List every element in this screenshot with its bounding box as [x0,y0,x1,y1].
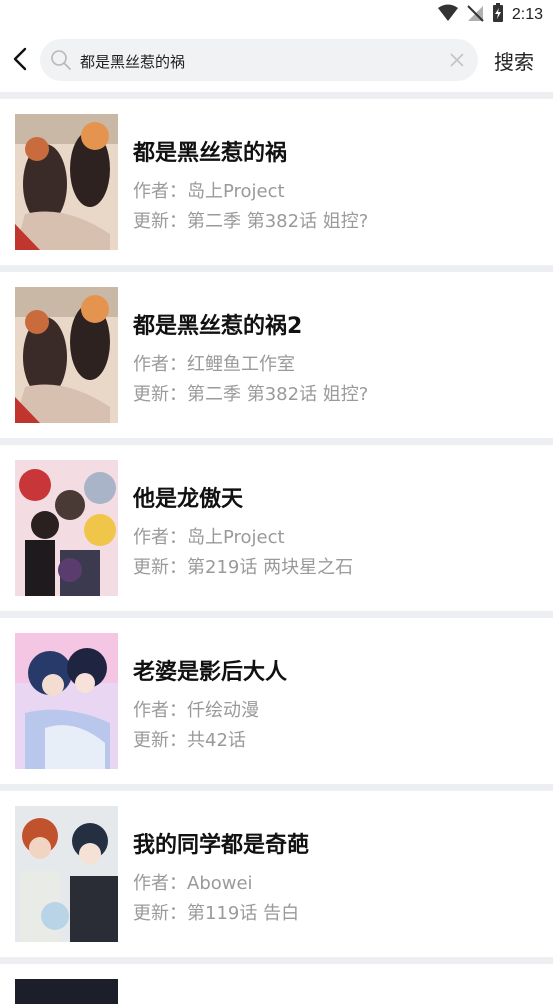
status-time: 2:13 [511,6,543,23]
back-arrow-icon [12,47,28,75]
author-name: 岛上Project [187,527,285,548]
comic-title: 都是黑丝惹的祸2 [133,314,303,339]
author-name: 岛上Project [187,181,285,202]
update-text: 第二季 第382话 姐控? [187,384,369,405]
author-name: 红鲤鱼工作室 [187,354,295,375]
result-item[interactable]: 我的同学都是奇葩 作者：Abowei 更新：第119话 告白 [0,791,553,957]
author-name: Abowei [187,873,253,894]
search-box[interactable] [40,39,478,83]
author-prefix: 作者： [133,354,187,375]
cover-image [15,460,118,596]
comic-author: 作者：仟绘动漫 [133,696,259,722]
update-prefix: 更新： [133,211,187,232]
result-item-partial[interactable] [0,964,553,1004]
cover-image [15,114,118,250]
update-text: 第219话 两块星之石 [187,557,354,578]
update-text: 第119话 告白 [187,903,300,924]
author-prefix: 作者： [133,527,187,548]
comic-update: 更新：第二季 第382话 姐控? [133,207,368,233]
update-text: 第二季 第382话 姐控? [187,211,369,232]
update-prefix: 更新： [133,557,187,578]
comic-title: 他是龙傲天 [133,487,244,512]
result-item[interactable]: 都是黑丝惹的祸 作者：岛上Project 更新：第二季 第382话 姐控? [0,99,553,265]
cover-image [15,633,118,769]
update-text: 共42话 [187,730,246,751]
cover-image [15,287,118,423]
comic-update: 更新：第119话 告白 [133,899,299,925]
comic-author: 作者：红鲤鱼工作室 [133,350,295,376]
wifi-icon [437,4,458,26]
comic-update: 更新：共42话 [133,726,246,752]
status-bar: 2:13 [0,0,553,30]
update-prefix: 更新： [133,730,187,751]
author-name: 仟绘动漫 [187,700,259,721]
comic-author: 作者：岛上Project [133,177,285,203]
status-icons: 2:13 [437,3,543,27]
author-prefix: 作者： [133,700,187,721]
comic-update: 更新：第二季 第382话 姐控? [133,380,368,406]
search-button[interactable]: 搜索 [494,46,534,75]
comic-title: 老婆是影后大人 [133,660,288,685]
update-prefix: 更新： [133,903,187,924]
search-icon [50,49,72,75]
comic-title: 我的同学都是奇葩 [133,833,310,858]
search-header: 搜索 [0,30,553,92]
result-item[interactable]: 他是龙傲天 作者：岛上Project 更新：第219话 两块星之石 [0,445,553,611]
no-signal-icon [466,4,484,26]
update-prefix: 更新： [133,384,187,405]
search-input[interactable] [78,39,442,83]
clear-icon[interactable] [448,51,466,73]
cover-image [15,806,118,942]
comic-title: 都是黑丝惹的祸 [133,141,288,166]
result-item[interactable]: 老婆是影后大人 作者：仟绘动漫 更新：共42话 [0,618,553,784]
comic-update: 更新：第219话 两块星之石 [133,553,353,579]
comic-author: 作者：Abowei [133,869,253,895]
author-prefix: 作者： [133,873,187,894]
back-button[interactable] [6,45,34,77]
comic-author: 作者：岛上Project [133,523,285,549]
author-prefix: 作者： [133,181,187,202]
battery-charging-icon [492,3,504,27]
result-item[interactable]: 都是黑丝惹的祸2 作者：红鲤鱼工作室 更新：第二季 第382话 姐控? [0,272,553,438]
